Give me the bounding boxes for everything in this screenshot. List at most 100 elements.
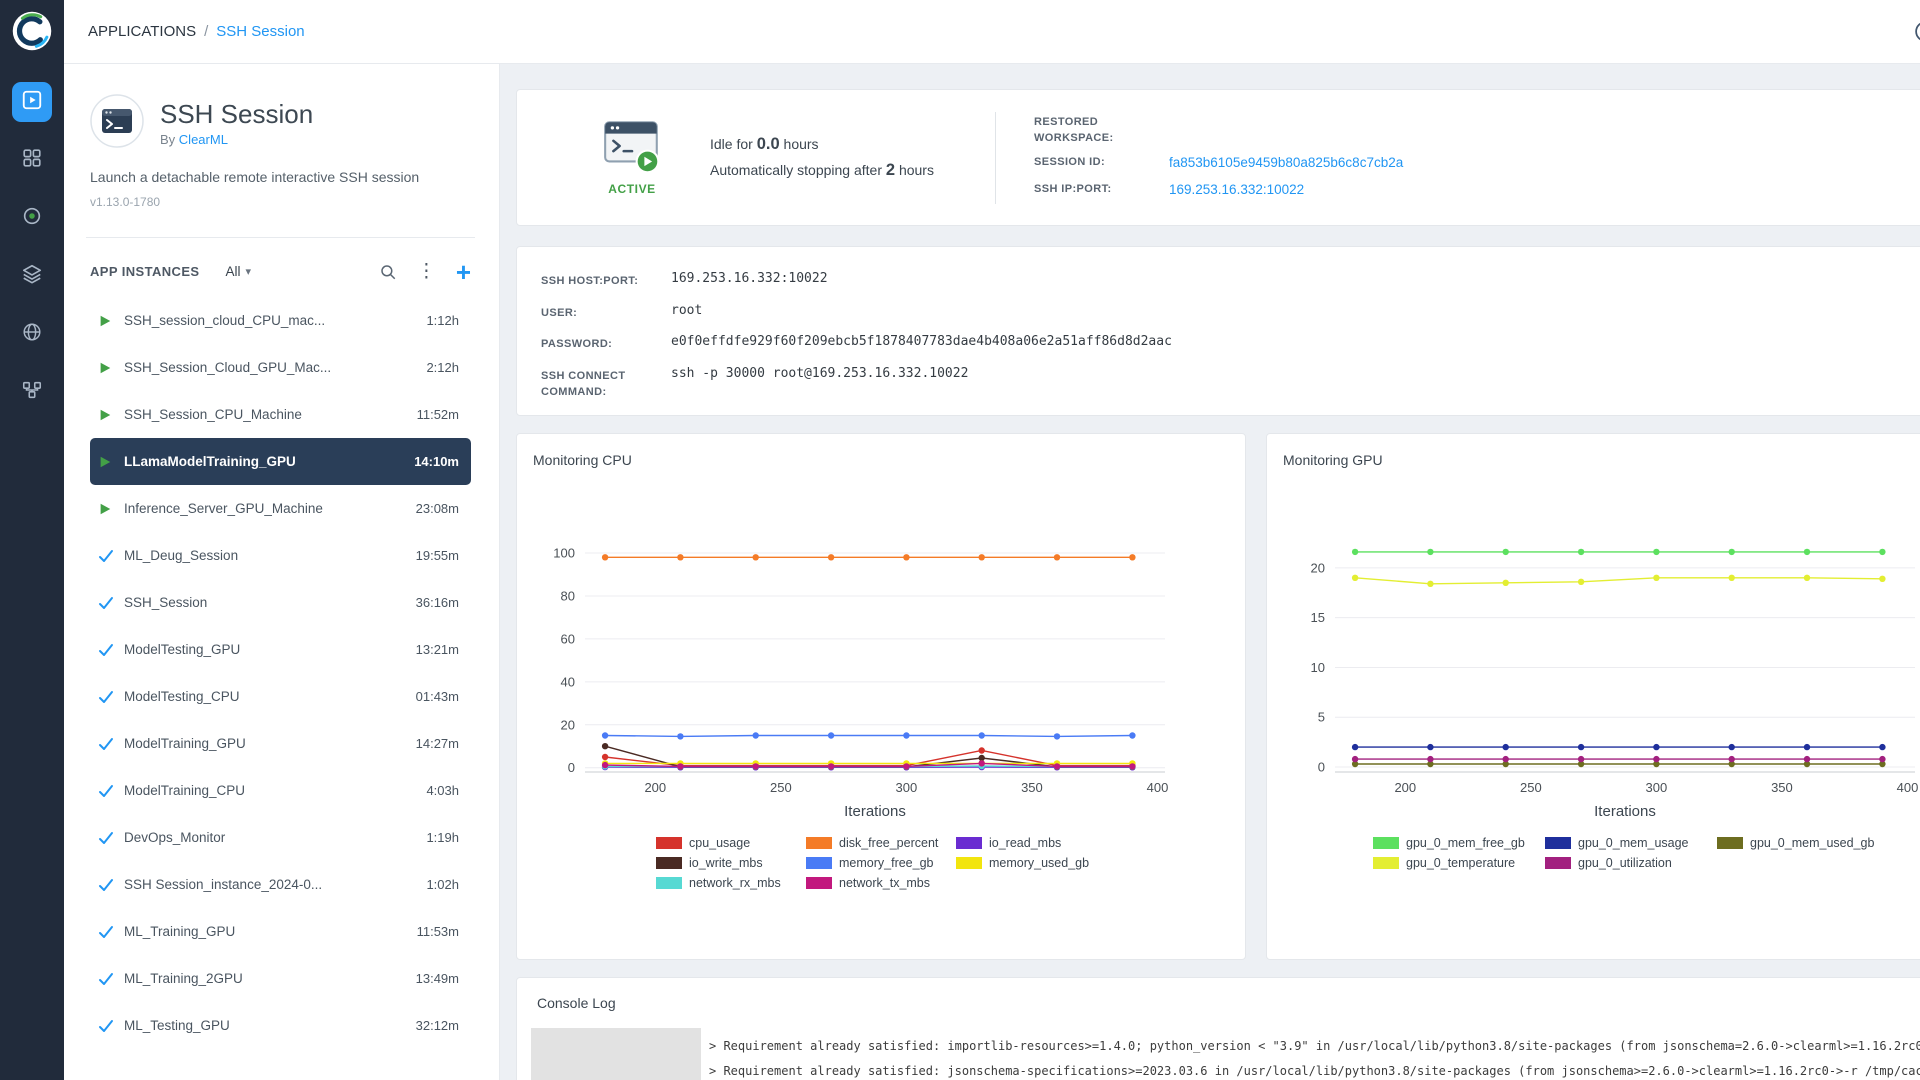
ssh-ip-port-link[interactable]: 169.253.16.332:10022 bbox=[1169, 182, 1304, 197]
console-log-body[interactable]: > Requirement already satisfied: importl… bbox=[517, 1028, 1920, 1080]
legend-swatch bbox=[806, 857, 832, 869]
instance-row[interactable]: ModelTraining_CPU4:03h bbox=[90, 767, 471, 814]
legend-item[interactable]: network_tx_mbs bbox=[806, 876, 956, 890]
legend-item[interactable]: memory_free_gb bbox=[806, 856, 956, 870]
status-card: ACTIVE Idle for 0.0 hours Automatically … bbox=[516, 89, 1920, 226]
legend-label: cpu_usage bbox=[689, 836, 750, 850]
instance-duration: 14:27m bbox=[416, 736, 459, 751]
help-icon[interactable] bbox=[1913, 19, 1920, 44]
instance-row[interactable]: SSH_session_cloud_CPU_mac...1:12h bbox=[90, 297, 471, 344]
legend-label: gpu_0_mem_used_gb bbox=[1750, 836, 1874, 850]
breadcrumb-applications[interactable]: APPLICATIONS bbox=[88, 23, 196, 40]
legend-item[interactable]: memory_used_gb bbox=[956, 856, 1106, 870]
instance-name: SSH Session_instance_2024-0... bbox=[124, 877, 426, 892]
legend-item[interactable]: gpu_0_temperature bbox=[1373, 856, 1545, 870]
console-log-card: Console Log > Requirement already satisf… bbox=[516, 977, 1920, 1080]
running-play-icon bbox=[98, 361, 124, 375]
instance-duration: 36:16m bbox=[416, 595, 459, 610]
instance-row[interactable]: ModelTesting_CPU01:43m bbox=[90, 673, 471, 720]
running-play-icon bbox=[98, 502, 124, 516]
cpu-chart[interactable]: 020406080100200250300350400Iterations bbox=[533, 524, 1181, 824]
instance-name: ML_Training_2GPU bbox=[124, 971, 416, 986]
page-title: SSH Session bbox=[160, 100, 313, 129]
svg-text:5: 5 bbox=[1318, 710, 1325, 725]
instance-row[interactable]: SSH_Session36:16m bbox=[90, 579, 471, 626]
gpu-chart-legend: gpu_0_mem_free_gbgpu_0_mem_usage gpu_0_me… bbox=[1283, 836, 1920, 870]
instance-duration: 2:12h bbox=[426, 360, 459, 375]
svg-text:250: 250 bbox=[770, 780, 792, 795]
layers-icon bbox=[21, 263, 43, 290]
instance-duration: 19:55m bbox=[416, 548, 459, 563]
legend-item[interactable]: gpu_0_mem_used_gb bbox=[1717, 836, 1889, 850]
detail-row: SSH HOST:PORT:169.253.16.332:10022 bbox=[541, 271, 1920, 290]
legend-item[interactable]: cpu_usage bbox=[656, 836, 806, 850]
instance-name: ModelTesting_CPU bbox=[124, 689, 416, 704]
detail-row: PASSWORD:e0f0effdfe929f60f209ebcb5f18784… bbox=[541, 334, 1920, 353]
instance-duration: 1:12h bbox=[426, 313, 459, 328]
instance-row[interactable]: LLamaModelTraining_GPU14:10m bbox=[90, 438, 471, 485]
instance-duration: 1:02h bbox=[426, 877, 459, 892]
breadcrumb-separator: / bbox=[204, 23, 208, 40]
svg-text:20: 20 bbox=[1311, 560, 1325, 575]
svg-text:10: 10 bbox=[1311, 660, 1325, 675]
instance-duration: 4:03h bbox=[426, 783, 459, 798]
idle-hours-value: 0.0 bbox=[757, 135, 780, 153]
pipelines-icon bbox=[21, 379, 43, 406]
completed-check-icon bbox=[98, 689, 124, 705]
instance-row[interactable]: DevOps_Monitor1:19h bbox=[90, 814, 471, 861]
instances-filter-dropdown[interactable]: All ▾ bbox=[225, 264, 251, 279]
svg-text:200: 200 bbox=[644, 780, 666, 795]
instance-row[interactable]: ModelTraining_GPU14:27m bbox=[90, 720, 471, 767]
legend-item[interactable]: gpu_0_mem_free_gb bbox=[1373, 836, 1545, 850]
filter-value: All bbox=[225, 264, 240, 279]
clearml-logo[interactable] bbox=[11, 10, 53, 52]
cpu-chart-legend: cpu_usage disk_free_percentio_read_mbs io_… bbox=[533, 836, 1229, 890]
clearml-link[interactable]: ClearML bbox=[179, 132, 228, 147]
legend-item[interactable]: gpu_0_utilization bbox=[1545, 856, 1717, 870]
app-root: APPLICATIONS / SSH Session bbox=[0, 0, 1920, 1080]
legend-item[interactable]: io_write_mbs bbox=[656, 856, 806, 870]
instance-name: SSH_session_cloud_CPU_mac... bbox=[124, 313, 426, 328]
instance-name: ModelTraining_CPU bbox=[124, 783, 426, 798]
legend-item[interactable]: gpu_0_mem_usage bbox=[1545, 836, 1717, 850]
add-instance-button[interactable]: + bbox=[456, 262, 471, 282]
running-play-icon bbox=[98, 314, 124, 328]
rail-item-monitoring[interactable] bbox=[12, 198, 52, 238]
search-icon[interactable] bbox=[379, 263, 397, 281]
session-id-link[interactable]: fa853b6105e9459b80a825b6c8c7cb2a bbox=[1169, 155, 1403, 170]
legend-label: network_rx_mbs bbox=[689, 876, 781, 890]
rail-item-applications[interactable] bbox=[12, 82, 52, 122]
idle-prefix: Idle for bbox=[710, 136, 753, 152]
completed-check-icon bbox=[98, 642, 124, 658]
instance-duration: 23:08m bbox=[416, 501, 459, 516]
instance-duration: 1:19h bbox=[426, 830, 459, 845]
rail-item-models[interactable] bbox=[12, 314, 52, 354]
instance-row[interactable]: SSH_Session_CPU_Machine11:52m bbox=[90, 391, 471, 438]
instance-row[interactable]: Inference_Server_GPU_Machine23:08m bbox=[90, 485, 471, 532]
breadcrumb-current: SSH Session bbox=[216, 23, 304, 40]
svg-text:400: 400 bbox=[1147, 780, 1169, 795]
instance-row[interactable]: ModelTesting_GPU13:21m bbox=[90, 626, 471, 673]
rail-item-datasets[interactable] bbox=[12, 256, 52, 296]
legend-item[interactable]: disk_free_percent bbox=[806, 836, 956, 850]
rail-item-projects[interactable] bbox=[12, 140, 52, 180]
rail-item-pipelines[interactable] bbox=[12, 372, 52, 412]
instance-row[interactable]: ML_Deug_Session19:55m bbox=[90, 532, 471, 579]
legend-swatch bbox=[656, 877, 682, 889]
globe-icon bbox=[21, 321, 43, 348]
instance-name: SSH_Session_CPU_Machine bbox=[124, 407, 417, 422]
legend-item[interactable]: network_rx_mbs bbox=[656, 876, 806, 890]
instance-row[interactable]: SSH_Session_Cloud_GPU_Mac...2:12h bbox=[90, 344, 471, 391]
instance-row[interactable]: ML_Training_GPU11:53m bbox=[90, 908, 471, 955]
instance-name: LLamaModelTraining_GPU bbox=[124, 454, 414, 469]
instance-name: ML_Deug_Session bbox=[124, 548, 416, 563]
kebab-menu-icon[interactable]: ⋮ bbox=[417, 260, 436, 283]
running-play-icon bbox=[98, 455, 124, 469]
legend-item[interactable]: io_read_mbs bbox=[956, 836, 1106, 850]
instance-name: ML_Training_GPU bbox=[124, 924, 417, 939]
gpu-chart[interactable]: 05101520200250300350400Iterations bbox=[1283, 524, 1920, 824]
idle-suffix: hours bbox=[784, 136, 819, 152]
instance-row[interactable]: SSH Session_instance_2024-0...1:02h bbox=[90, 861, 471, 908]
instance-row[interactable]: ML_Testing_GPU32:12m bbox=[90, 1002, 471, 1049]
instance-row[interactable]: ML_Training_2GPU13:49m bbox=[90, 955, 471, 1002]
